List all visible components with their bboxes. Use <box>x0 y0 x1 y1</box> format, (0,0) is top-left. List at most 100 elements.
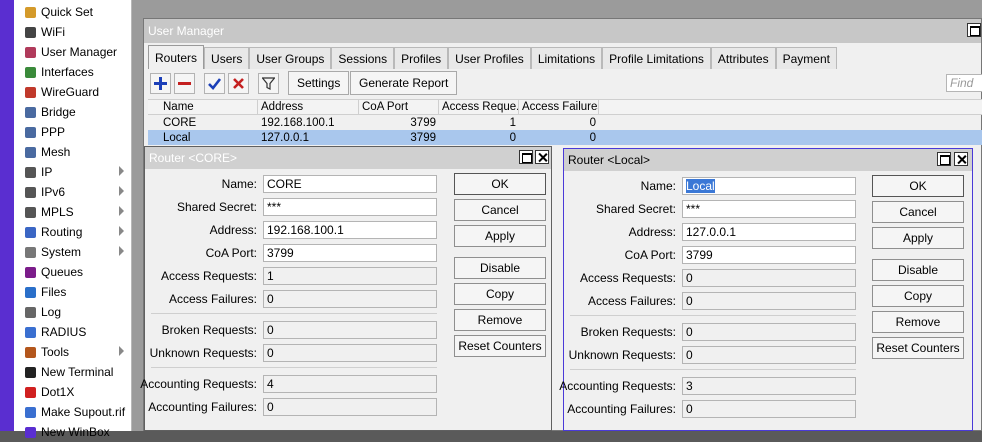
sidebar-item-log[interactable]: Log <box>14 302 132 322</box>
tab-user-profiles[interactable]: User Profiles <box>448 47 531 69</box>
tab-sessions[interactable]: Sessions <box>331 47 395 69</box>
maximize-icon[interactable] <box>937 152 951 166</box>
user-manager-title: User Manager <box>144 19 981 43</box>
cell-access-failures: 0 <box>589 116 596 129</box>
sidebar-item-wifi[interactable]: WiFi <box>14 22 132 42</box>
address-field[interactable]: 192.168.100.1 <box>263 221 437 239</box>
add-button[interactable] <box>150 73 171 94</box>
disable-button[interactable]: Disable <box>872 259 964 281</box>
sidebar-item-routing[interactable]: Routing <box>14 222 132 242</box>
unknown-requests-value: 0 <box>682 346 856 364</box>
tab-attributes[interactable]: Attributes <box>710 47 776 69</box>
mpls-icon <box>23 205 37 219</box>
accounting-failures-label: Accounting Failures: <box>567 402 676 416</box>
column-header-access-failures[interactable]: Access Failures <box>519 100 599 114</box>
address-field[interactable]: 127.0.0.1 <box>682 223 856 241</box>
sidebar-item-ip[interactable]: IP <box>14 162 132 182</box>
disable-button[interactable]: Disable <box>454 257 546 279</box>
sidebar-item-queues[interactable]: Queues <box>14 262 132 282</box>
name-field[interactable]: CORE <box>263 175 437 193</box>
generate-report-button[interactable]: Generate Report <box>350 71 458 95</box>
access-failures-text: 0 <box>686 294 693 308</box>
copy-button[interactable]: Copy <box>454 283 546 305</box>
sidebar-item-user-manager[interactable]: User Manager <box>14 42 132 62</box>
router-core-title: Router <CORE> <box>145 147 551 169</box>
reset-counters-button[interactable]: Reset Counters <box>872 337 964 359</box>
access-failures-value: 0 <box>682 292 856 310</box>
sidebar-item-mpls[interactable]: MPLS <box>14 202 132 222</box>
settings-button[interactable]: Settings <box>288 71 350 95</box>
filter-button[interactable] <box>258 73 279 94</box>
maximize-icon[interactable] <box>519 150 533 164</box>
check-icon <box>208 78 221 90</box>
maximize-icon[interactable] <box>967 23 981 37</box>
sidebar-item-system[interactable]: System <box>14 242 132 262</box>
tab-routers[interactable]: Routers <box>148 45 205 69</box>
sidebar-item-wireguard[interactable]: WireGuard <box>14 82 132 102</box>
supout-icon <box>23 405 37 419</box>
apply-button[interactable]: Apply <box>454 225 546 247</box>
cancel-button[interactable]: Cancel <box>454 199 546 221</box>
radius-icon <box>23 325 37 339</box>
cancel-button[interactable]: Cancel <box>872 201 964 223</box>
sidebar-item-new-terminal[interactable]: New Terminal <box>14 362 132 382</box>
table-row[interactable]: CORE 192.168.100.1 3799 1 0 <box>148 115 982 130</box>
sidebar-item-interfaces[interactable]: Interfaces <box>14 62 132 82</box>
coa-port-field[interactable]: 3799 <box>263 244 437 262</box>
ok-button[interactable]: OK <box>872 175 964 197</box>
sidebar-item-dot1x[interactable]: Dot1X <box>14 382 132 402</box>
remove-button[interactable]: Remove <box>454 309 546 331</box>
access-requests-label: Access Requests: <box>160 269 257 283</box>
column-header-address[interactable]: Address <box>258 100 359 114</box>
column-header-coa-port[interactable]: CoA Port <box>359 100 439 114</box>
disable-button[interactable] <box>228 73 249 94</box>
shared-secret-text: *** <box>686 202 701 216</box>
sidebar-item-radius[interactable]: RADIUS <box>14 322 132 342</box>
close-icon[interactable] <box>535 150 549 164</box>
sidebar-item-bridge[interactable]: Bridge <box>14 102 132 122</box>
access-requests-value: 0 <box>682 269 856 287</box>
access-failures-value: 0 <box>263 290 437 308</box>
sidebar-item-ipv6[interactable]: IPv6 <box>14 182 132 202</box>
shared-secret-field[interactable]: *** <box>682 200 856 218</box>
name-text: Local <box>686 179 715 193</box>
coa-port-field[interactable]: 3799 <box>682 246 856 264</box>
remove-button[interactable] <box>174 73 195 94</box>
column-header-name[interactable]: Name <box>160 100 258 114</box>
name-field[interactable]: Local <box>682 177 856 195</box>
terminal-icon <box>23 365 37 379</box>
apply-button[interactable]: Apply <box>872 227 964 249</box>
tab-limitations[interactable]: Limitations <box>530 47 603 69</box>
sidebar-item-ppp[interactable]: PPP <box>14 122 132 142</box>
ok-button[interactable]: OK <box>454 173 546 195</box>
table-row-selected[interactable]: Local 127.0.0.1 3799 0 0 <box>148 130 982 145</box>
sidebar-item-label: PPP <box>41 125 66 139</box>
coa-port-text: 3799 <box>267 246 294 260</box>
column-header-access-requests[interactable]: Access Reque... <box>439 100 519 114</box>
sidebar-item-tools[interactable]: Tools <box>14 342 132 362</box>
find-input[interactable]: Find <box>946 74 982 92</box>
copy-button[interactable]: Copy <box>872 285 964 307</box>
reset-counters-button[interactable]: Reset Counters <box>454 335 546 357</box>
sidebar-item-make-supout-rif[interactable]: Make Supout.rif <box>14 402 132 422</box>
user-manager-icon <box>23 45 37 59</box>
sidebar-item-new-winbox[interactable]: New WinBox <box>14 422 132 442</box>
remove-button[interactable]: Remove <box>872 311 964 333</box>
sidebar-item-label: Files <box>41 285 67 299</box>
tab-users[interactable]: Users <box>204 47 250 69</box>
sidebar-item-mesh[interactable]: Mesh <box>14 142 132 162</box>
name-label: Name: <box>221 177 257 191</box>
tab-profiles[interactable]: Profiles <box>394 47 449 69</box>
enable-button[interactable] <box>204 73 225 94</box>
sidebar-item-label: User Manager <box>41 45 118 59</box>
submenu-arrow-icon <box>119 166 124 176</box>
tab-payment[interactable]: Payment <box>775 47 837 69</box>
tab-profile-limitations[interactable]: Profile Limitations <box>602 47 711 69</box>
shared-secret-field[interactable]: *** <box>263 198 437 216</box>
sidebar-item-quick-set[interactable]: Quick Set <box>14 2 132 22</box>
tab-user-groups[interactable]: User Groups <box>249 47 332 69</box>
dot1x-icon <box>23 385 37 399</box>
sidebar-item-files[interactable]: Files <box>14 282 132 302</box>
close-icon[interactable] <box>954 152 968 166</box>
sidebar-item-label: Interfaces <box>41 65 94 79</box>
